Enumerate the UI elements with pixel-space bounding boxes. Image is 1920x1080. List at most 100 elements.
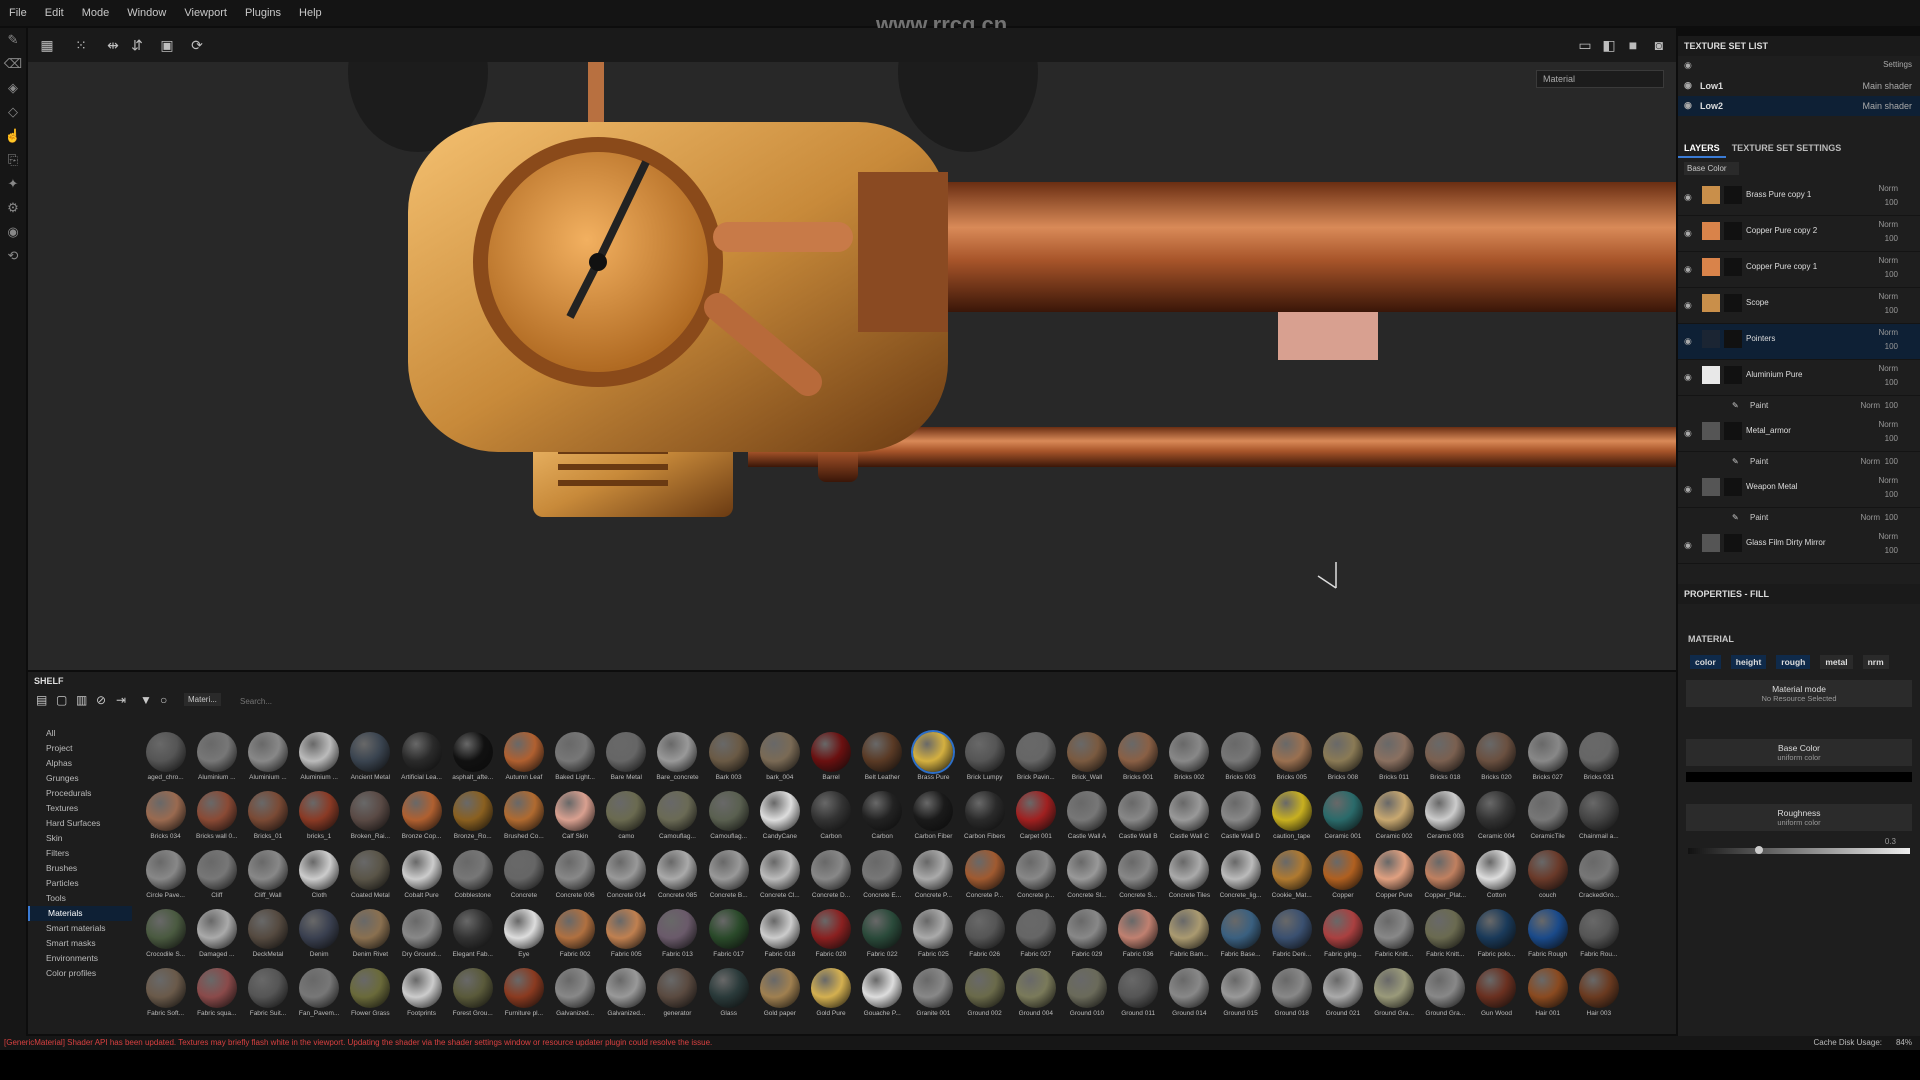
material-thumbnail[interactable]: Gouache P...	[857, 964, 908, 1023]
eye-icon[interactable]: ◉	[1684, 540, 1694, 550]
shelf-category[interactable]: Smart materials	[28, 921, 132, 936]
base-color-swatch[interactable]	[1686, 772, 1912, 782]
eye-icon[interactable]: ◉	[1684, 192, 1694, 202]
eye-icon[interactable]: ◉	[1684, 428, 1694, 438]
material-thumbnail[interactable]: Concrete 014	[601, 846, 652, 905]
base-color-box[interactable]: Base Color uniform color	[1686, 739, 1912, 766]
save-icon[interactable]: ▥	[76, 693, 87, 707]
menu-edit[interactable]: Edit	[36, 7, 73, 19]
material-mode-box[interactable]: Material mode No Resource Selected	[1686, 680, 1912, 707]
layer-opacity[interactable]: 100	[1885, 198, 1898, 207]
layer-opacity[interactable]: 100	[1885, 490, 1898, 499]
material-thumbnail[interactable]: Ceramic 003	[1420, 787, 1471, 846]
material-thumbnail[interactable]: Bare_concrete	[652, 728, 703, 787]
material-thumbnail[interactable]: Castle Wall A	[1061, 787, 1112, 846]
material-thumbnail[interactable]: Bricks 001	[1113, 728, 1164, 787]
material-thumbnail[interactable]: Denim Rivet	[345, 905, 396, 964]
material-thumbnail[interactable]: Concrete E...	[857, 846, 908, 905]
material-thumbnail[interactable]: Circle Pave...	[140, 846, 191, 905]
material-thumbnail[interactable]: Cloth	[294, 846, 345, 905]
material-thumbnail[interactable]: Crocodile S...	[140, 905, 191, 964]
material-thumbnail[interactable]: Hair 003	[1573, 964, 1624, 1023]
channel-color[interactable]: color	[1690, 655, 1721, 669]
material-thumbnail[interactable]: Fabric Base...	[1215, 905, 1266, 964]
material-thumbnail[interactable]: Brass Pure	[908, 728, 959, 787]
eye-icon[interactable]: ◉	[1684, 228, 1694, 238]
material-thumbnail[interactable]: Furniture pl...	[498, 964, 549, 1023]
material-thumbnail[interactable]: Dry Ground...	[396, 905, 447, 964]
folder-icon[interactable]: ▤	[36, 693, 47, 707]
material-thumbnail[interactable]: Carbon	[857, 787, 908, 846]
layer-mask[interactable]	[1724, 478, 1742, 496]
filter-icon[interactable]: ▼	[140, 693, 152, 707]
material-thumbnail[interactable]: Bricks 020	[1471, 728, 1522, 787]
new-folder-icon[interactable]: ▢	[56, 693, 67, 707]
shader-select[interactable]: Main shader	[1862, 96, 1912, 116]
material-thumbnail[interactable]: Galvanized...	[550, 964, 601, 1023]
material-thumbnail[interactable]: caution_tape	[1266, 787, 1317, 846]
material-thumbnail[interactable]: Carbon Fibers	[959, 787, 1010, 846]
tab-layers[interactable]: LAYERS	[1678, 138, 1726, 158]
paint-sublayer[interactable]: ✎ Paint Norm 100	[1678, 508, 1920, 528]
layer-mask[interactable]	[1724, 534, 1742, 552]
material-thumbnail[interactable]: Galvanized...	[601, 964, 652, 1023]
video-icon[interactable]: ■	[1624, 36, 1642, 54]
shelf-category[interactable]: Smart masks	[28, 936, 132, 951]
bake-icon[interactable]: ⚙	[0, 196, 26, 220]
menu-mode[interactable]: Mode	[73, 7, 119, 19]
layer-blend[interactable]: Norm	[1878, 420, 1898, 429]
material-thumbnail[interactable]: Barrel	[805, 728, 856, 787]
material-thumbnail[interactable]: Chainmail a...	[1573, 787, 1624, 846]
material-thumbnail[interactable]: Fabric Knitt...	[1369, 905, 1420, 964]
material-thumbnail[interactable]: Cotton	[1471, 846, 1522, 905]
layer-row[interactable]: ◉ Glass Film Dirty Mirror Norm 100	[1678, 528, 1920, 564]
material-thumbnail[interactable]: Brushed Co...	[498, 787, 549, 846]
material-thumbnail[interactable]: Carbon	[805, 787, 856, 846]
material-thumbnail[interactable]: CeramicTile	[1522, 787, 1573, 846]
dots-grid-icon[interactable]: ⁙	[72, 36, 90, 54]
material-thumbnail[interactable]: Copper	[1317, 846, 1368, 905]
material-thumbnail[interactable]: Bricks 031	[1573, 728, 1624, 787]
material-thumbnail[interactable]: aged_chro...	[140, 728, 191, 787]
material-thumbnail[interactable]: Concrete S...	[1113, 846, 1164, 905]
camera-icon[interactable]: ◉	[0, 220, 26, 244]
material-thumbnail[interactable]: Gun Wood	[1471, 964, 1522, 1023]
picker-icon[interactable]: ✦	[0, 172, 26, 196]
material-thumbnail[interactable]: Broken_Rai...	[345, 787, 396, 846]
channel-select[interactable]: Base Color	[1684, 162, 1739, 175]
material-thumbnail[interactable]: Fabric 020	[805, 905, 856, 964]
material-thumbnail[interactable]: Fabric 002	[550, 905, 601, 964]
texture-set-row[interactable]: ◉ Low1 Main shader	[1678, 76, 1920, 96]
material-thumbnail[interactable]: Concrete Tiles	[1164, 846, 1215, 905]
material-thumbnail[interactable]: Cliff	[191, 846, 242, 905]
material-thumbnail[interactable]: Cobblestone	[447, 846, 498, 905]
paint-opacity[interactable]: 100	[1885, 513, 1898, 522]
history-icon[interactable]: ⟲	[0, 244, 26, 268]
layer-row[interactable]: ◉ Pointers Norm 100	[1678, 324, 1920, 360]
material-thumbnail[interactable]: Ceramic 001	[1317, 787, 1368, 846]
layer-row[interactable]: ◉ Aluminium Pure Norm 100	[1678, 360, 1920, 396]
layer-blend[interactable]: Norm	[1878, 532, 1898, 541]
material-thumbnail[interactable]: Ground Gra...	[1420, 964, 1471, 1023]
material-thumbnail[interactable]: Concrete 085	[652, 846, 703, 905]
texture-set-row[interactable]: ◉ Low2 Main shader	[1678, 96, 1920, 116]
roughness-slider[interactable]	[1688, 846, 1910, 854]
material-thumbnail[interactable]: Ground 015	[1215, 964, 1266, 1023]
layer-opacity[interactable]: 100	[1885, 270, 1898, 279]
layer-opacity[interactable]: 100	[1885, 306, 1898, 315]
material-thumbnail[interactable]: Brick Pavin...	[1010, 728, 1061, 787]
eye-icon[interactable]: ◉	[1684, 100, 1694, 110]
material-thumbnail[interactable]: Castle Wall B	[1113, 787, 1164, 846]
material-thumbnail[interactable]: Flower Grass	[345, 964, 396, 1023]
menu-viewport[interactable]: Viewport	[175, 7, 236, 19]
menu-plugins[interactable]: Plugins	[236, 7, 290, 19]
material-thumbnail[interactable]: Bricks 003	[1215, 728, 1266, 787]
material-thumbnail[interactable]: Autumn Leaf	[498, 728, 549, 787]
material-thumbnail[interactable]: Footprints	[396, 964, 447, 1023]
material-thumbnail[interactable]: Concrete D...	[805, 846, 856, 905]
shelf-category[interactable]: Textures	[28, 801, 132, 816]
paint-opacity[interactable]: 100	[1885, 457, 1898, 466]
material-thumbnail[interactable]: Ceramic 002	[1369, 787, 1420, 846]
material-thumbnail[interactable]: Fabric 013	[652, 905, 703, 964]
eraser-icon[interactable]: ⌫	[0, 52, 26, 76]
